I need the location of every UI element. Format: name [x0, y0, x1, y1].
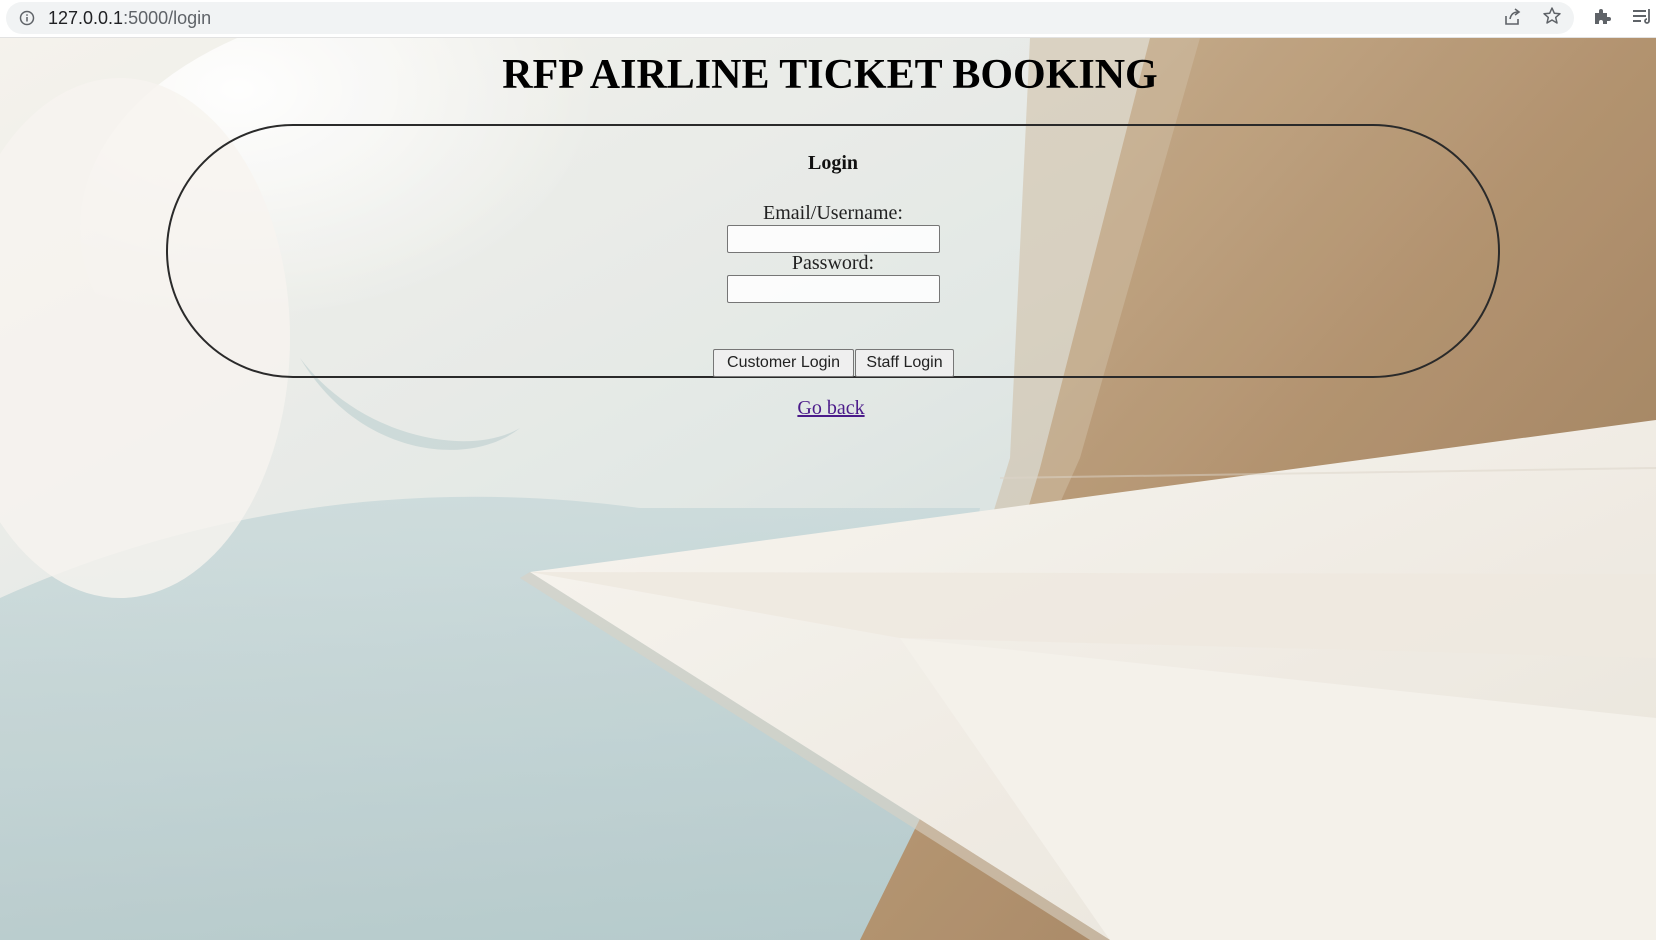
url-path: :5000/login [123, 8, 212, 28]
password-input[interactable] [727, 275, 940, 303]
browser-toolbar: 127.0.0.1:5000/login [0, 0, 1656, 38]
password-label: Password: [791, 252, 875, 274]
url-host: 127.0.0.1 [48, 8, 124, 28]
url-text[interactable]: 127.0.0.1:5000/login [48, 8, 211, 28]
extensions-puzzle-icon[interactable] [1592, 6, 1612, 26]
address-bar[interactable]: 127.0.0.1:5000/login [6, 2, 1574, 34]
staff-login-button[interactable]: Staff Login [855, 349, 954, 377]
email-username-label: Email/Username: [763, 202, 903, 224]
email-username-input[interactable] [727, 225, 940, 253]
share-icon[interactable] [1502, 7, 1522, 27]
bookmark-star-icon[interactable] [1542, 6, 1562, 26]
reading-list-icon[interactable] [1632, 6, 1654, 26]
login-heading: Login [807, 152, 859, 174]
customer-login-button[interactable]: Customer Login [713, 349, 854, 377]
page-title: RFP AIRLINE TICKET BOOKING [502, 52, 1158, 98]
page-viewport: RFP AIRLINE TICKET BOOKING Login Email/U… [0, 38, 1656, 940]
go-back-link[interactable]: Go back [797, 397, 864, 419]
go-back-container: Go back [0, 397, 1656, 420]
info-icon[interactable] [19, 10, 35, 26]
